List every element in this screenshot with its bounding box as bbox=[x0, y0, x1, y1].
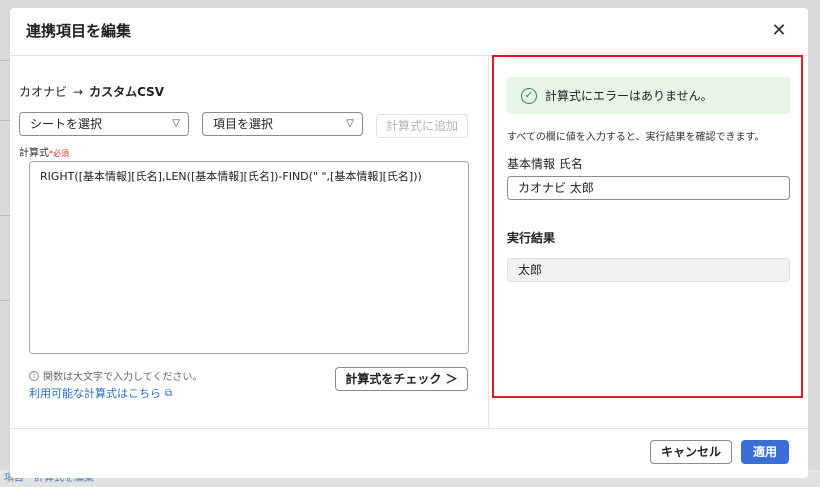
test-value: カオナビ 太郎 bbox=[518, 181, 594, 195]
item-select[interactable]: 項目を選択 ▽ bbox=[202, 112, 363, 136]
chevron-down-icon: ▽ bbox=[172, 118, 180, 129]
source-label: カオナビ bbox=[19, 85, 68, 99]
pane-divider bbox=[488, 56, 489, 428]
background-fragment bbox=[0, 300, 10, 301]
close-icon[interactable]: ✕ bbox=[769, 21, 789, 41]
help-link-text: 利用可能な計算式はこちら bbox=[29, 387, 161, 400]
sheet-select[interactable]: シートを選択 ▽ bbox=[19, 112, 189, 136]
mapping-header: カオナビ → カスタムCSV bbox=[19, 83, 164, 100]
background-fragment bbox=[0, 120, 10, 121]
available-formulas-link[interactable]: 利用可能な計算式はこちら ⧉ bbox=[29, 385, 172, 401]
formula-label: 計算式*必須 bbox=[19, 144, 69, 159]
instruction-text: すべての欄に値を入力すると、実行結果を確認できます。 bbox=[507, 132, 765, 143]
test-field-label: 基本情報 氏名 bbox=[507, 157, 583, 171]
check-formula-button[interactable]: 計算式をチェック ＞ bbox=[335, 367, 468, 391]
cancel-button[interactable]: キャンセル bbox=[650, 440, 732, 464]
check-circle-icon: ✓ bbox=[521, 87, 537, 104]
hint-text: 関数は大文字で入力してください。 bbox=[43, 372, 203, 383]
background-fragment bbox=[0, 215, 10, 216]
edit-mapping-modal: 連携項目を編集 ✕ カオナビ → カスタムCSV シートを選択 ▽ 項目を選択 … bbox=[10, 8, 808, 478]
result-label: 実行結果 bbox=[507, 231, 556, 245]
uppercase-hint: i 関数は大文字で入力してください。 bbox=[29, 368, 202, 383]
sheet-select-value: シートを選択 bbox=[30, 117, 103, 131]
success-banner: ✓ 計算式にエラーはありません。 bbox=[507, 77, 790, 114]
formula-textarea[interactable]: RIGHT([基本情報][氏名],LEN([基本情報][氏名])-FIND(" … bbox=[29, 161, 469, 354]
apply-button[interactable]: 適用 bbox=[741, 440, 789, 464]
required-text: 必須 bbox=[53, 149, 69, 158]
background-fragment bbox=[0, 60, 10, 61]
formula-value: RIGHT([基本情報][氏名],LEN([基本情報][氏名])-FIND(" … bbox=[40, 170, 422, 183]
chevron-down-icon: ▽ bbox=[346, 118, 354, 129]
add-to-formula-button[interactable]: 計算式に追加 bbox=[376, 114, 468, 138]
result-field: 太郎 bbox=[507, 258, 790, 282]
arrow-icon: → bbox=[73, 84, 84, 99]
external-link-icon: ⧉ bbox=[165, 387, 173, 399]
target-label: カスタムCSV bbox=[89, 85, 165, 99]
success-message: 計算式にエラーはありません。 bbox=[545, 89, 713, 103]
result-value: 太郎 bbox=[518, 263, 543, 277]
formula-label-text: 計算式 bbox=[19, 148, 49, 159]
item-select-value: 項目を選択 bbox=[213, 117, 274, 131]
footer-divider bbox=[10, 428, 808, 429]
modal-title: 連携項目を編集 bbox=[26, 22, 132, 40]
modal-header: 連携項目を編集 ✕ bbox=[10, 8, 808, 56]
info-icon: i bbox=[29, 370, 39, 381]
test-value-input[interactable]: カオナビ 太郎 bbox=[507, 176, 790, 200]
